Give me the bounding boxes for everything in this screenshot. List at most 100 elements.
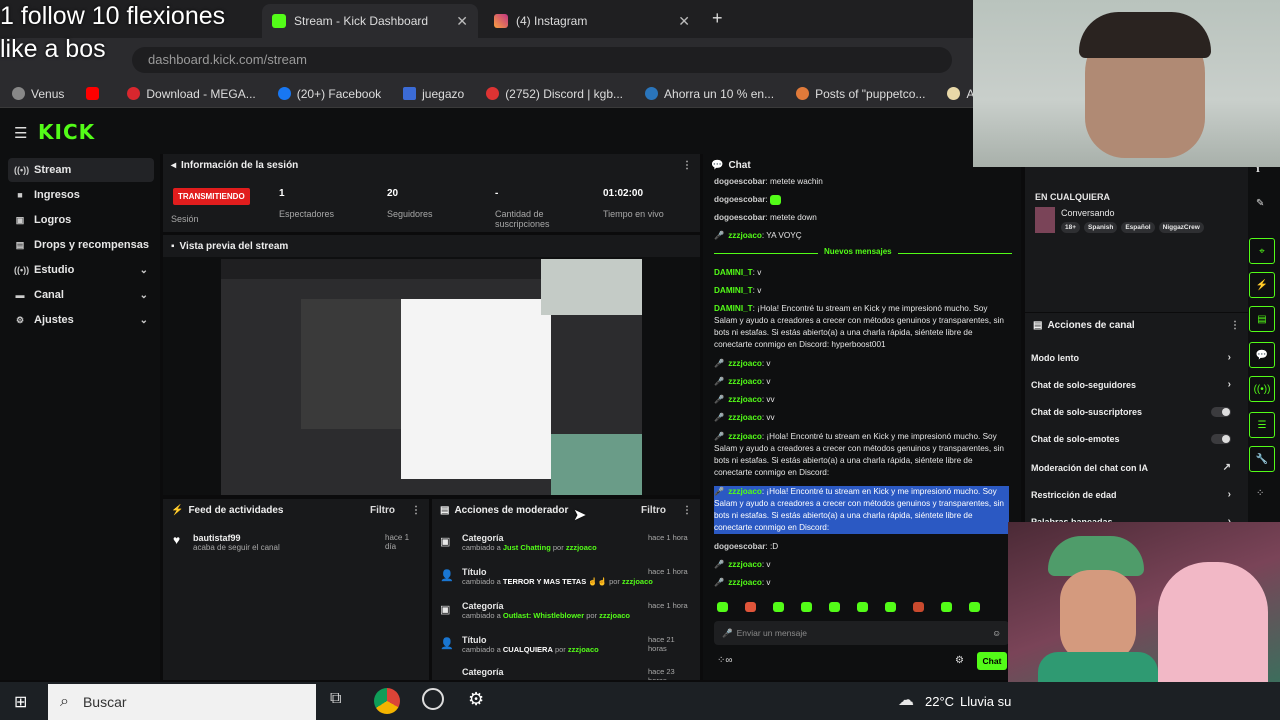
chat-icon[interactable]: 💬 [1249,342,1275,368]
kick-logo[interactable]: KICK [38,120,95,144]
mod-item: 👤 Título cambiado a CUALQUIERA por zzzjo… [440,635,675,654]
close-icon[interactable]: ✕ [456,13,468,30]
chevron-down-icon: ⌄ [139,264,148,276]
tag[interactable]: NiggazCrew [1158,222,1204,233]
chat-message: 🎤 zzzjoaco: YA VOYÇ [714,231,802,240]
stat-followers: 20 Seguidores [387,188,433,219]
bookmark-item[interactable]: juegazo [403,87,464,101]
sidebar-item-canal[interactable]: ▬ Canal ⌄ [8,283,154,307]
right-toolbar: ℹ ✎ ⌖ ⚡ ▤ 💬 ((•)) ☰ 🔧 ⁘ [1248,154,1280,530]
broadcast-icon[interactable]: ((•)) [1249,376,1275,402]
action-ai-moderation[interactable]: Moderación del chat con IA ↗ [1031,462,1231,473]
toggle-switch[interactable] [1211,434,1231,444]
tab-label: (4) Instagram [516,14,588,28]
chrome-icon[interactable] [374,688,400,714]
sidebar-item-stream[interactable]: ((•)) Stream [8,158,154,182]
sidebar-item-estudio[interactable]: ((•)) Estudio ⌄ [8,258,154,282]
face-shape [1060,570,1136,662]
weather-temp: 22°C [925,694,955,709]
emote-icon[interactable] [745,602,756,612]
stream-title: EN CUALQUIERA [1035,192,1111,202]
action-emotes-only[interactable]: Chat de solo-emotes [1031,434,1231,444]
stat-live-time: 01:02:00 Tiempo en vivo [603,188,664,219]
mic-icon: 🎤 [714,231,725,240]
gear-icon[interactable]: ⚙ [955,655,964,666]
menu-icon[interactable]: ☰ [14,124,27,142]
bookmark-item[interactable]: Ahorra un 10 % en... [645,87,774,101]
settings-gear-icon[interactable]: ⚙ [468,689,484,710]
pencil-icon[interactable]: ✎ [1256,198,1264,209]
steam-icon [645,87,659,100]
mod-icon: ▤ [440,504,450,516]
more-icon[interactable]: ⋮ [682,505,692,516]
emoji-icon[interactable]: ☺ [992,628,1001,638]
taskbar-search[interactable]: ⌕ Buscar [48,684,316,720]
clipboard-icon[interactable]: ▤ [1249,306,1275,332]
bookmark-item[interactable] [86,87,105,100]
new-tab-button[interactable]: + [712,8,723,29]
mic-icon: 🎤 [714,413,725,422]
obs-icon[interactable] [422,688,444,710]
tab-kick-dashboard[interactable]: Stream - Kick Dashboard ✕ [262,4,478,38]
connections-icon[interactable]: ⁘ [1256,488,1264,499]
tab-instagram[interactable]: (4) Instagram ✕ [484,4,700,38]
bookmark-item[interactable]: Download - MEGA... [127,87,256,101]
trophy-icon: ▣ [15,214,25,225]
emote-icon[interactable] [885,602,896,612]
more-icon[interactable]: ⋮ [1230,320,1240,331]
close-icon[interactable]: ✕ [678,13,690,30]
wrench-icon[interactable]: 🔧 [1249,446,1275,472]
bolt-icon[interactable]: ⚡ [1249,272,1275,298]
mod-item: ▣ Categoría cambiado a Outlast: Whistleb… [440,601,688,620]
chat-settings-icon[interactable]: ⁘∞ [717,655,733,666]
more-icon[interactable]: ⋮ [682,160,692,171]
bookmark-item[interactable]: (2752) Discord | kgb... [486,87,623,101]
chat-input[interactable]: 🎤 Enviar un mensaje ☺ [714,621,1009,645]
emote-icon[interactable] [801,602,812,612]
tag[interactable]: Spanish [1084,222,1118,233]
sidebar-item-ingresos[interactable]: ■ Ingresos [8,183,154,207]
bookmark-item[interactable]: Asus Vivobook C... [947,87,975,101]
sidebar-item-drops[interactable]: ▤ Drops y recompensas [8,233,154,257]
list-icon[interactable]: ☰ [1249,412,1275,438]
bookmark-item[interactable]: Venus [12,87,64,101]
chat-message: 🎤 zzzjoaco: vv [714,413,775,422]
sidebar-item-logros[interactable]: ▣ Logros [8,208,154,232]
filter-button[interactable]: Filtro [370,505,395,516]
emote-icon[interactable] [717,602,728,612]
emote-icon[interactable] [913,602,924,612]
action-subscribers-only[interactable]: Chat de solo-suscriptores [1031,407,1231,417]
category-icon: ▣ [440,604,451,616]
chevron-down-icon: ⌄ [139,314,148,326]
search-icon: ⌕ [60,693,69,710]
windows-start-icon[interactable]: ⊞ [14,692,27,712]
emote-icon[interactable] [773,602,784,612]
chat-message: 🎤 zzzjoaco: vv [714,395,775,404]
tag[interactable]: 18+ [1061,222,1081,233]
chat-message: dogoescobar: [714,194,1009,206]
stat-subscriptions: - Cantidad de suscripciones [495,188,550,229]
emote-icon[interactable] [829,602,840,612]
crosshair-icon[interactable]: ⌖ [1249,238,1275,264]
action-slow-mode[interactable]: Modo lento › [1031,352,1231,363]
emote-icon[interactable] [969,602,980,612]
more-icon[interactable]: ⋮ [411,505,421,516]
globe-icon [12,87,25,100]
mic-icon: 🎤 [714,560,725,569]
emote-icon[interactable] [857,602,868,612]
tag[interactable]: Español [1121,222,1155,233]
action-followers-only[interactable]: Chat de solo-seguidores › [1031,379,1231,390]
bookmark-item[interactable]: Posts of "puppetco... [796,87,925,101]
emote-icon[interactable] [941,602,952,612]
filter-button[interactable]: Filtro [641,505,666,516]
toggle-switch[interactable] [1211,407,1231,417]
income-icon: ■ [17,190,23,200]
stream-overlay-text: 1 follow 10 flexiones like a bos [0,0,270,66]
task-view-icon[interactable]: ⧉ [330,690,341,708]
bookmark-item[interactable]: (20+) Facebook [277,87,381,101]
chat-message: DAMINI_T: v [714,286,762,295]
send-chat-button[interactable]: Chat [977,652,1007,670]
stream-preview[interactable] [163,257,700,495]
sidebar-item-ajustes[interactable]: ⚙ Ajustes ⌄ [8,308,154,332]
action-age-restriction[interactable]: Restricción de edad › [1031,489,1231,500]
